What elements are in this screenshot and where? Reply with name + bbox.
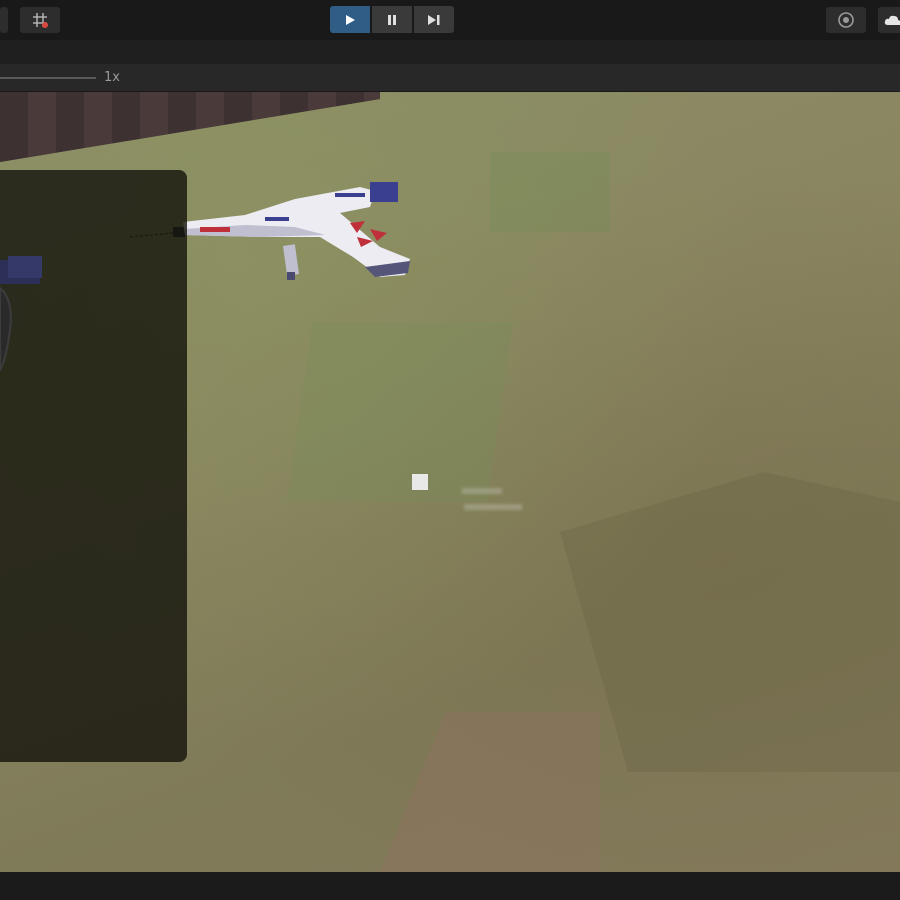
- play-controls: [330, 6, 454, 33]
- game-viewport[interactable]: [0, 92, 900, 872]
- faded-label: [462, 484, 524, 524]
- play-button[interactable]: [330, 6, 370, 33]
- play-icon: [346, 14, 355, 25]
- pause-icon: [388, 14, 396, 25]
- grid-snap-button[interactable]: [20, 7, 60, 33]
- cloud-icon: [884, 15, 900, 25]
- collab-icon: [838, 12, 854, 28]
- dirt-patch: [380, 712, 600, 872]
- grass-patch: [490, 152, 610, 232]
- speed-label: 1x: [104, 70, 120, 85]
- dark-tile-floor: [0, 92, 380, 162]
- grass-patch: [287, 322, 513, 502]
- step-icon: [428, 14, 440, 25]
- pause-button[interactable]: [372, 6, 412, 33]
- grid-icon: [33, 13, 48, 28]
- step-button[interactable]: [414, 6, 454, 33]
- speed-slider[interactable]: [0, 77, 96, 79]
- cloud-button[interactable]: [878, 7, 900, 33]
- editor-toolbar: [0, 0, 900, 40]
- playback-speed-bar: 1x: [0, 64, 900, 92]
- toolbar-left-edge-button[interactable]: [0, 7, 8, 33]
- status-bar: [0, 872, 900, 900]
- ground-shade: [560, 472, 900, 772]
- editor-subbar: [0, 40, 900, 64]
- crosshair: [412, 474, 428, 490]
- held-weapon-model: [0, 256, 42, 372]
- collab-button[interactable]: [826, 7, 866, 33]
- overlay-panel: [0, 170, 187, 762]
